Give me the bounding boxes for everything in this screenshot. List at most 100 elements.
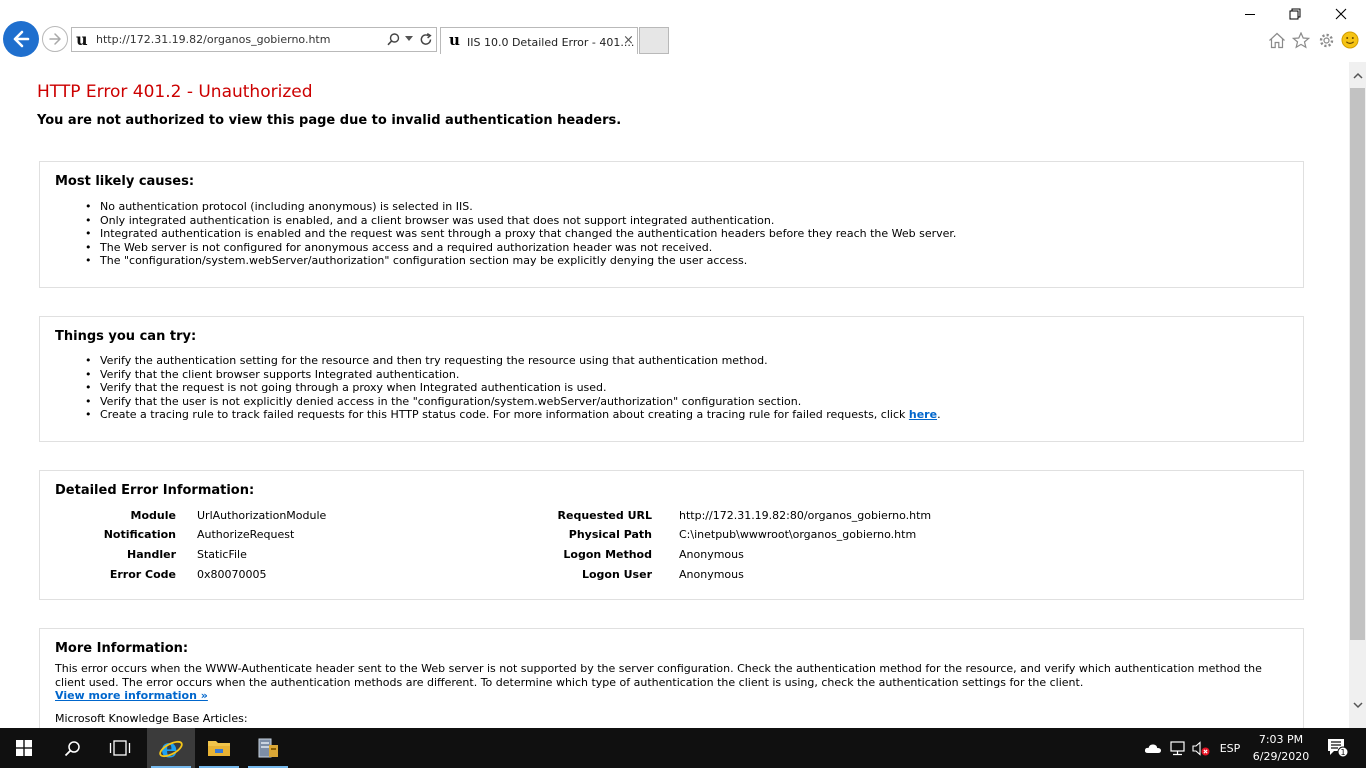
task-view-button[interactable] xyxy=(96,728,144,768)
list-item: Verify that the client browser supports … xyxy=(85,368,941,382)
list-item: Only integrated authentication is enable… xyxy=(85,214,956,228)
details-heading: Detailed Error Information: xyxy=(55,483,255,498)
list-item: Integrated authentication is enabled and… xyxy=(85,227,956,241)
clock-time: 7:03 PM xyxy=(1258,733,1304,746)
page-viewport: HTTP Error 401.2 - Unauthorized You are … xyxy=(0,62,1349,728)
try-list: Verify the authentication setting for th… xyxy=(85,354,941,422)
detail-label: Module xyxy=(130,509,176,522)
chevron-up-icon xyxy=(1352,72,1363,79)
causes-section: Most likely causes: No authentication pr… xyxy=(39,161,1304,288)
detail-value: UrlAuthorizationModule xyxy=(197,509,327,522)
input-language-indicator[interactable]: ESP xyxy=(1216,728,1244,768)
file-explorer-taskbar-button[interactable] xyxy=(195,728,243,768)
notification-count: 1 xyxy=(1340,748,1345,757)
volume-tray-icon[interactable] xyxy=(1190,728,1212,768)
details-section: Detailed Error Information: Module UrlAu… xyxy=(39,470,1304,600)
server-manager-icon xyxy=(258,738,278,758)
taskbar-clock[interactable]: 7:03 PM 6/29/2020 xyxy=(1248,731,1314,765)
detail-label: Physical Path xyxy=(568,528,652,541)
more-info-text: This error occurs when the WWW-Authentic… xyxy=(55,662,1262,689)
cloud-icon xyxy=(1144,743,1161,753)
home-icon xyxy=(1269,32,1285,48)
list-item-end: . xyxy=(937,408,941,421)
star-icon xyxy=(1292,31,1310,49)
feedback-button[interactable] xyxy=(1340,30,1360,50)
detail-value: Anonymous xyxy=(679,548,744,561)
search-icon xyxy=(64,740,80,756)
detail-label: Logon User xyxy=(581,568,652,581)
search-button[interactable] xyxy=(48,728,96,768)
speaker-muted-icon xyxy=(1192,740,1210,756)
scroll-thumb[interactable] xyxy=(1350,88,1365,640)
list-item: Verify that the request is not going thr… xyxy=(85,381,941,395)
tab-favicon-icon: u xyxy=(449,31,460,49)
chevron-down-icon xyxy=(1352,701,1363,708)
scroll-up-button[interactable] xyxy=(1349,62,1366,88)
smiley-icon xyxy=(1341,31,1359,49)
detail-label: Notification xyxy=(103,528,176,541)
site-favicon-icon: u xyxy=(76,30,88,49)
tab-close-icon[interactable]: × xyxy=(623,33,634,48)
folder-icon xyxy=(208,741,230,756)
close-icon xyxy=(1335,8,1347,20)
server-manager-taskbar-button[interactable] xyxy=(244,728,292,768)
arrow-right-icon xyxy=(49,33,61,45)
detail-label: Handler xyxy=(127,548,176,561)
try-section: Things you can try: Verify the authentic… xyxy=(39,316,1304,442)
address-url[interactable]: http://172.31.19.82/organos_gobierno.htm xyxy=(96,33,330,46)
refresh-icon[interactable] xyxy=(419,32,433,47)
page-title: HTTP Error 401.2 - Unauthorized xyxy=(37,82,313,102)
browser-tab[interactable]: u IIS 10.0 Detailed Error - 401.... × xyxy=(440,27,638,54)
view-more-link[interactable]: View more information » xyxy=(55,689,208,702)
start-button[interactable] xyxy=(0,728,48,768)
detail-value: AuthorizeRequest xyxy=(197,528,295,541)
list-item: Verify the authentication setting for th… xyxy=(85,354,941,368)
list-item: The "configuration/system.webServer/auth… xyxy=(85,254,956,268)
detail-value: C:\inetpub\wwwroot\organos_gobierno.htm xyxy=(679,528,917,541)
detail-value: 0x80070005 xyxy=(197,568,267,581)
detail-label: Error Code xyxy=(109,568,176,581)
restore-button[interactable] xyxy=(1285,4,1305,24)
vertical-scrollbar[interactable] xyxy=(1349,62,1366,728)
internet-explorer-taskbar-button[interactable]: e xyxy=(147,728,195,768)
taskbar: e ESP 7:03 PM 6/29/2020 1 xyxy=(0,728,1366,768)
close-window-button[interactable] xyxy=(1331,4,1351,24)
detail-label: Logon Method xyxy=(563,548,652,561)
list-item: Create a tracing rule to track failed re… xyxy=(85,408,941,422)
list-item: The Web server is not configured for ano… xyxy=(85,241,956,255)
home-button[interactable] xyxy=(1267,30,1287,50)
onedrive-tray-icon[interactable] xyxy=(1142,728,1164,768)
kb-articles-label: Microsoft Knowledge Base Articles: xyxy=(55,712,248,725)
tab-title: IIS 10.0 Detailed Error - 401.... xyxy=(467,36,635,49)
list-item: No authentication protocol (including an… xyxy=(85,200,956,214)
forward-button[interactable] xyxy=(42,26,68,52)
back-button[interactable] xyxy=(3,21,39,57)
favorites-button[interactable] xyxy=(1291,30,1311,50)
task-view-icon xyxy=(109,740,131,756)
windows-logo-icon xyxy=(16,740,32,756)
detail-value: Anonymous xyxy=(679,568,744,581)
search-icon[interactable] xyxy=(386,32,401,47)
restore-icon xyxy=(1289,8,1301,20)
try-heading: Things you can try: xyxy=(55,329,197,344)
page-subtitle: You are not authorized to view this page… xyxy=(37,113,622,128)
chevron-down-icon[interactable] xyxy=(405,36,413,42)
here-link[interactable]: here xyxy=(909,408,937,421)
gear-icon xyxy=(1319,33,1333,47)
causes-list: No authentication protocol (including an… xyxy=(85,200,956,268)
new-tab-button[interactable] xyxy=(639,27,669,54)
scroll-down-button[interactable] xyxy=(1349,692,1366,718)
causes-heading: Most likely causes: xyxy=(55,174,195,189)
minimize-button[interactable] xyxy=(1240,4,1260,24)
network-tray-icon[interactable] xyxy=(1166,728,1188,768)
list-item: Verify that the user is not explicitly d… xyxy=(85,395,941,409)
action-center-button[interactable]: 1 xyxy=(1318,728,1358,768)
internet-explorer-icon: e xyxy=(159,735,183,761)
settings-button[interactable] xyxy=(1316,30,1336,50)
list-item-text: Create a tracing rule to track failed re… xyxy=(100,408,909,421)
browser-chrome: u http://172.31.19.82/organos_gobierno.h… xyxy=(0,0,1366,62)
notification-icon: 1 xyxy=(1328,739,1349,758)
minimize-icon xyxy=(1245,14,1255,15)
clock-date: 6/29/2020 xyxy=(1252,750,1310,763)
address-bar[interactable]: u http://172.31.19.82/organos_gobierno.h… xyxy=(71,27,437,52)
